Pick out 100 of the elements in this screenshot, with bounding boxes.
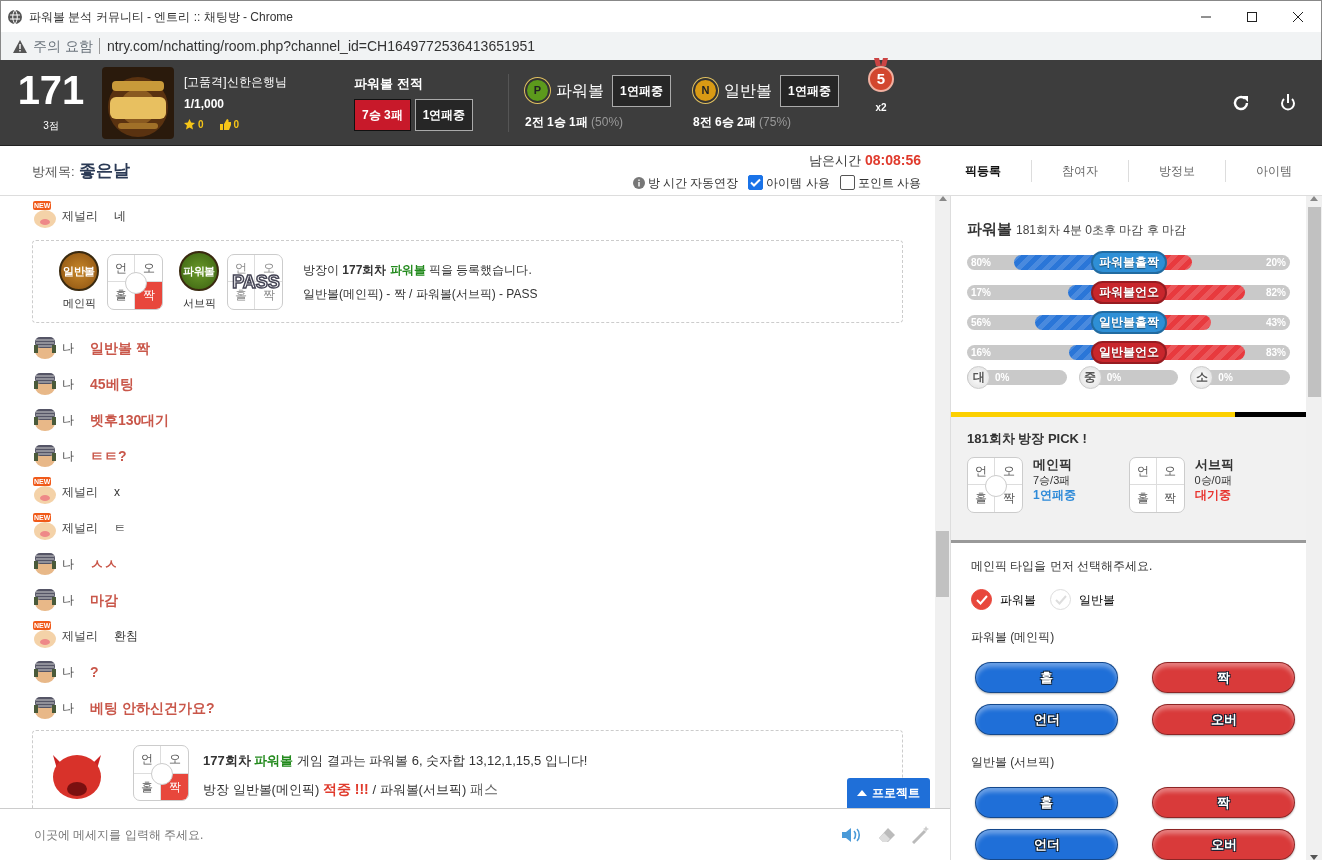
user-rank: 1/1,000 — [184, 96, 226, 113]
sender-name: 나 — [62, 664, 74, 681]
pick-record: 0승/0패 — [1194, 473, 1233, 488]
bar-label: 파워볼언오 — [1090, 280, 1167, 304]
group-title: 일반볼 (서브픽) — [971, 754, 1056, 771]
size-label: 대 — [967, 365, 990, 389]
star-count: 0 — [198, 118, 204, 132]
window-title: 파워볼 분석 커뮤니티 - 엔트리 :: 채팅방 - Chrome — [29, 8, 294, 26]
pick-grid: 언 오 홀 짝 — [1128, 456, 1185, 513]
sender-name: 나 — [62, 340, 74, 357]
pick-button[interactable]: 짝 — [1152, 787, 1295, 818]
medal-multiplier: x2 — [875, 101, 887, 115]
pick-record: 7승/3패 — [1033, 473, 1072, 488]
security-label: 주의 요함 — [33, 36, 93, 56]
tab[interactable]: 픽등록 — [935, 159, 1032, 182]
message-text: 베팅 안하신건가요? — [90, 698, 215, 718]
panel-subtitle: 181회차 4분 0초후 마감 후 마감 — [1016, 223, 1187, 237]
pick-status: 대기중 — [1194, 487, 1232, 504]
sender-name: 나 — [62, 700, 74, 717]
option-label: 아이템 사용 — [766, 174, 830, 192]
user-name: [고품격]신한은행님 — [184, 74, 288, 91]
medal-badge: 5 — [868, 66, 894, 92]
message-text: ㅅㅅ — [90, 554, 118, 574]
pick-status: 1연패중 — [1033, 487, 1076, 504]
pick-caption: 서브픽 — [182, 296, 216, 312]
pick-grid: 언 오 홀 짝 PASS — [227, 253, 283, 310]
prompt-text: 메인픽 타입을 먼저 선택해주세요. — [971, 558, 1154, 575]
pick-button[interactable]: 언더 — [975, 829, 1118, 860]
option-label: 방 시간 자동연장 — [647, 174, 739, 192]
pick-grid: 언 오 홀 짝 — [107, 253, 163, 310]
record-summary: 2전 1승 1패 (50%) — [525, 113, 625, 131]
size-label: 소 — [1190, 365, 1214, 389]
sender-name: 나 — [62, 376, 74, 393]
sender-name: 나 — [62, 592, 74, 609]
pick-name: 메인픽 — [1033, 456, 1073, 474]
option-label: 포인트 사용 — [857, 174, 921, 192]
message-text: ㅌ — [114, 520, 126, 537]
message-text: ? — [90, 662, 99, 682]
bar-label: 일반볼언오 — [1090, 340, 1167, 364]
record-badge: 7승 3패 — [354, 98, 411, 131]
pick-button[interactable]: 오버 — [1152, 829, 1295, 860]
pick-name: 서브픽 — [1194, 456, 1234, 474]
pick-button[interactable]: 짝 — [1152, 662, 1295, 693]
sender-name: 제널리 — [62, 520, 98, 537]
sender-name: 제널리 — [62, 484, 98, 501]
sender-name: 나 — [62, 412, 74, 429]
pick-grid: 언 오 홀 짝 — [967, 456, 1023, 513]
message-text: 방장 일반볼(메인픽) 적중 !!! / 파워볼(서브픽) 패스 — [203, 779, 499, 799]
sender-name: 제널리 — [62, 208, 98, 225]
ball-name: 파워볼 — [556, 80, 604, 101]
size-label: 중 — [1078, 365, 1102, 389]
project-button[interactable]: 프로젝트 — [847, 778, 930, 808]
like-count: 0 — [233, 118, 240, 132]
message-text: 벳후130대기 — [90, 410, 170, 430]
message-text: x — [114, 484, 120, 501]
pick-button[interactable]: 언더 — [975, 704, 1118, 735]
streak-badge: 1연패중 — [414, 98, 474, 131]
tab[interactable]: 아이템 — [1226, 159, 1322, 182]
pick-title: 181회차 방장 PICK ! — [967, 430, 1088, 448]
ball-badge: N — [693, 78, 718, 103]
message-text: 네 — [114, 208, 126, 225]
streak-badge: 1연패중 — [612, 74, 671, 107]
ball-icon: 일반볼 — [59, 251, 99, 292]
message-text: 일반볼 짝 — [90, 338, 150, 358]
remaining-label: 남은시간 — [808, 152, 861, 168]
url-text[interactable]: ntry.com/nchatting/room.php?channel_id=CH1649772536413651951 — [106, 35, 536, 57]
sender-name: 나 — [62, 448, 74, 465]
message-text: 일반볼(메인픽) - 짝 / 파워볼(서브픽) - PASS — [303, 285, 538, 303]
group-title: 파워볼 (메인픽) — [971, 629, 1056, 646]
bar-label: 일반볼홀짝 — [1090, 310, 1167, 334]
bar-label: 파워볼홀짝 — [1090, 250, 1167, 274]
score-label: 3점 — [43, 119, 59, 134]
ball-name: 일반볼 — [724, 80, 772, 101]
streak-badge: 1연패중 — [780, 74, 839, 107]
pick-button[interactable]: 홀 — [975, 787, 1118, 818]
record-summary: 8전 6승 2패 (75%) — [693, 113, 793, 131]
score-value: 171 — [16, 70, 86, 111]
ball-icon: 파워볼 — [179, 251, 219, 292]
pick-caption: 메인픽 — [62, 296, 96, 312]
pick-grid: 언 오 홀 짝 — [133, 745, 189, 801]
tab[interactable]: 참여자 — [1032, 159, 1129, 182]
pick-button[interactable]: 오버 — [1152, 704, 1295, 735]
radio-option[interactable]: 파워볼 — [971, 589, 1036, 610]
message-text: ㅌㅌ? — [90, 446, 127, 466]
remaining-time: 08:08:56 — [864, 151, 921, 168]
record-title: 파워볼 전적 — [354, 75, 424, 94]
message-text: 환침 — [114, 628, 138, 645]
tab[interactable]: 방정보 — [1129, 159, 1226, 182]
ball-badge: P — [525, 78, 550, 103]
sender-name: 제널리 — [62, 628, 98, 645]
pick-button[interactable]: 홀 — [975, 662, 1118, 693]
room-title: 좋은날 — [78, 160, 130, 180]
sender-name: 나 — [62, 556, 74, 573]
message-text: 방장이 177회차 파워볼 픽을 등록했습니다. — [303, 261, 533, 279]
panel-title: 파워볼 — [967, 220, 1012, 237]
message-text: 177회차 파워볼 게임 결과는 파워볼 6, 숫자합 13,12,1,15,5 입니다! — [203, 752, 588, 770]
message-text: 마감 — [90, 590, 118, 610]
room-title-label: 방제목: — [32, 163, 75, 179]
radio-option[interactable]: 일반볼 — [1050, 589, 1115, 610]
message-text: 45베팅 — [90, 374, 134, 394]
